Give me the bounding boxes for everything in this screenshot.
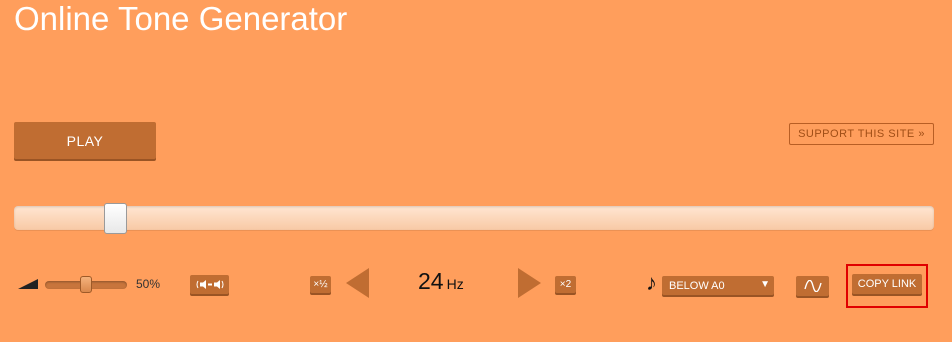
frequency-unit: Hz (446, 276, 464, 292)
frequency-slider-track[interactable] (14, 206, 934, 230)
volume-slider-thumb[interactable] (80, 276, 92, 293)
note-select[interactable]: BELOW A0 ▼ (662, 276, 774, 295)
note-select-value: BELOW A0 (669, 279, 725, 292)
music-note-icon: ♪ (646, 270, 657, 295)
copy-link-button[interactable]: COPY LINK (852, 274, 922, 294)
balance-button[interactable] (190, 275, 229, 294)
support-site-link[interactable]: SUPPORT THIS SITE » (789, 123, 934, 145)
frequency-value: 24 (418, 268, 444, 294)
frequency-readout: 24 Hz (418, 268, 464, 295)
waveform-button[interactable] (796, 276, 829, 296)
sine-wave-icon (803, 280, 822, 292)
frequency-slider-thumb[interactable] (104, 203, 127, 234)
volume-icon (18, 279, 38, 289)
chevron-down-icon: ▼ (760, 279, 770, 290)
balance-speakers-icon (196, 280, 223, 289)
increase-frequency-arrow-icon[interactable] (518, 268, 541, 298)
volume-percent: 50% (136, 277, 161, 291)
double-frequency-button[interactable]: ×2 (555, 276, 576, 293)
decrease-frequency-arrow-icon[interactable] (346, 268, 369, 298)
play-button[interactable]: PLAY (14, 122, 156, 159)
page-title: Online Tone Generator (14, 0, 348, 37)
halve-frequency-button[interactable]: ×½ (310, 276, 331, 293)
